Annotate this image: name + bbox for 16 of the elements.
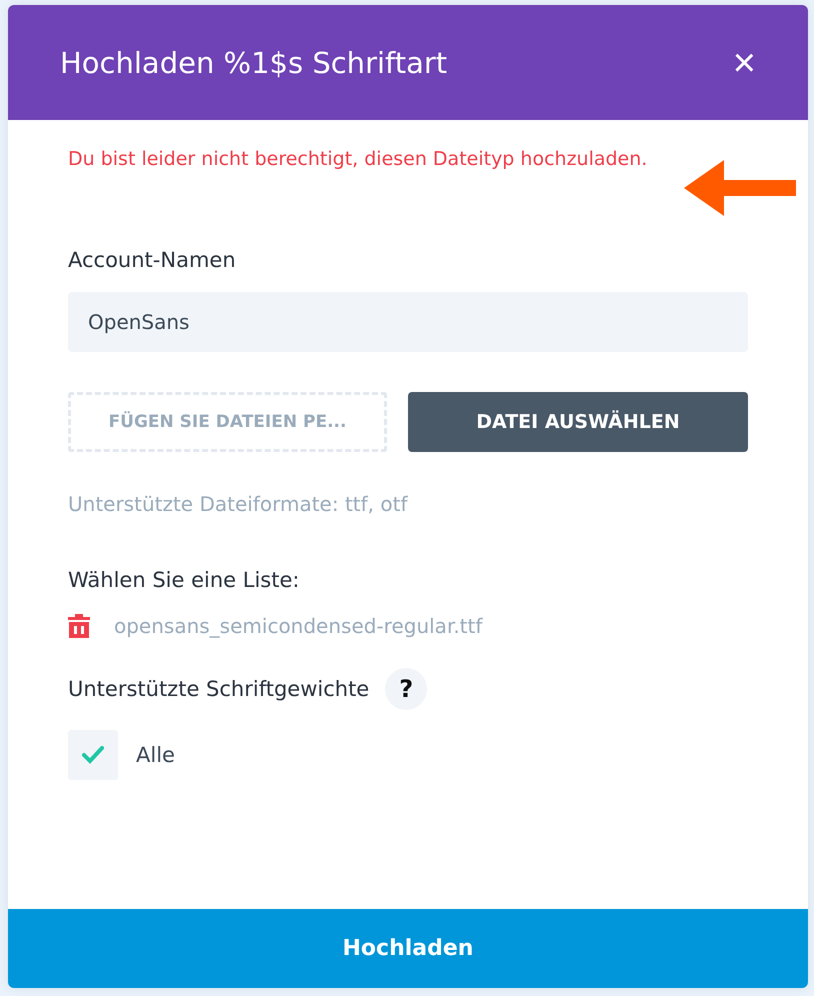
file-name: opensans_semicondensed-regular.ttf [114, 614, 482, 638]
close-button[interactable]: × [732, 42, 756, 82]
choose-file-button[interactable]: DATEI AUSWÄHLEN [408, 392, 748, 452]
checkbox-label: Alle [136, 743, 175, 767]
arrow-icon [684, 160, 796, 216]
formats-hint: Unterstützte Dateiformate: ttf, otf [68, 492, 409, 516]
error-message: Du bist leider nicht berechtigt, diesen Dateityp hochzuladen. [68, 147, 648, 172]
check-icon [82, 746, 104, 764]
name-input[interactable]: OpenSans [68, 292, 748, 352]
checkbox[interactable] [68, 730, 118, 780]
dialog-title: Hochladen %1$s Schriftart [60, 46, 448, 80]
trash-icon[interactable] [68, 614, 90, 638]
help-button[interactable]: ? [385, 668, 428, 710]
field-label: Account-Namen [68, 248, 237, 272]
list-label: Wählen Sie eine Liste: [68, 568, 300, 592]
weights-label: Unterstützte Schriftgewichte [68, 677, 370, 701]
